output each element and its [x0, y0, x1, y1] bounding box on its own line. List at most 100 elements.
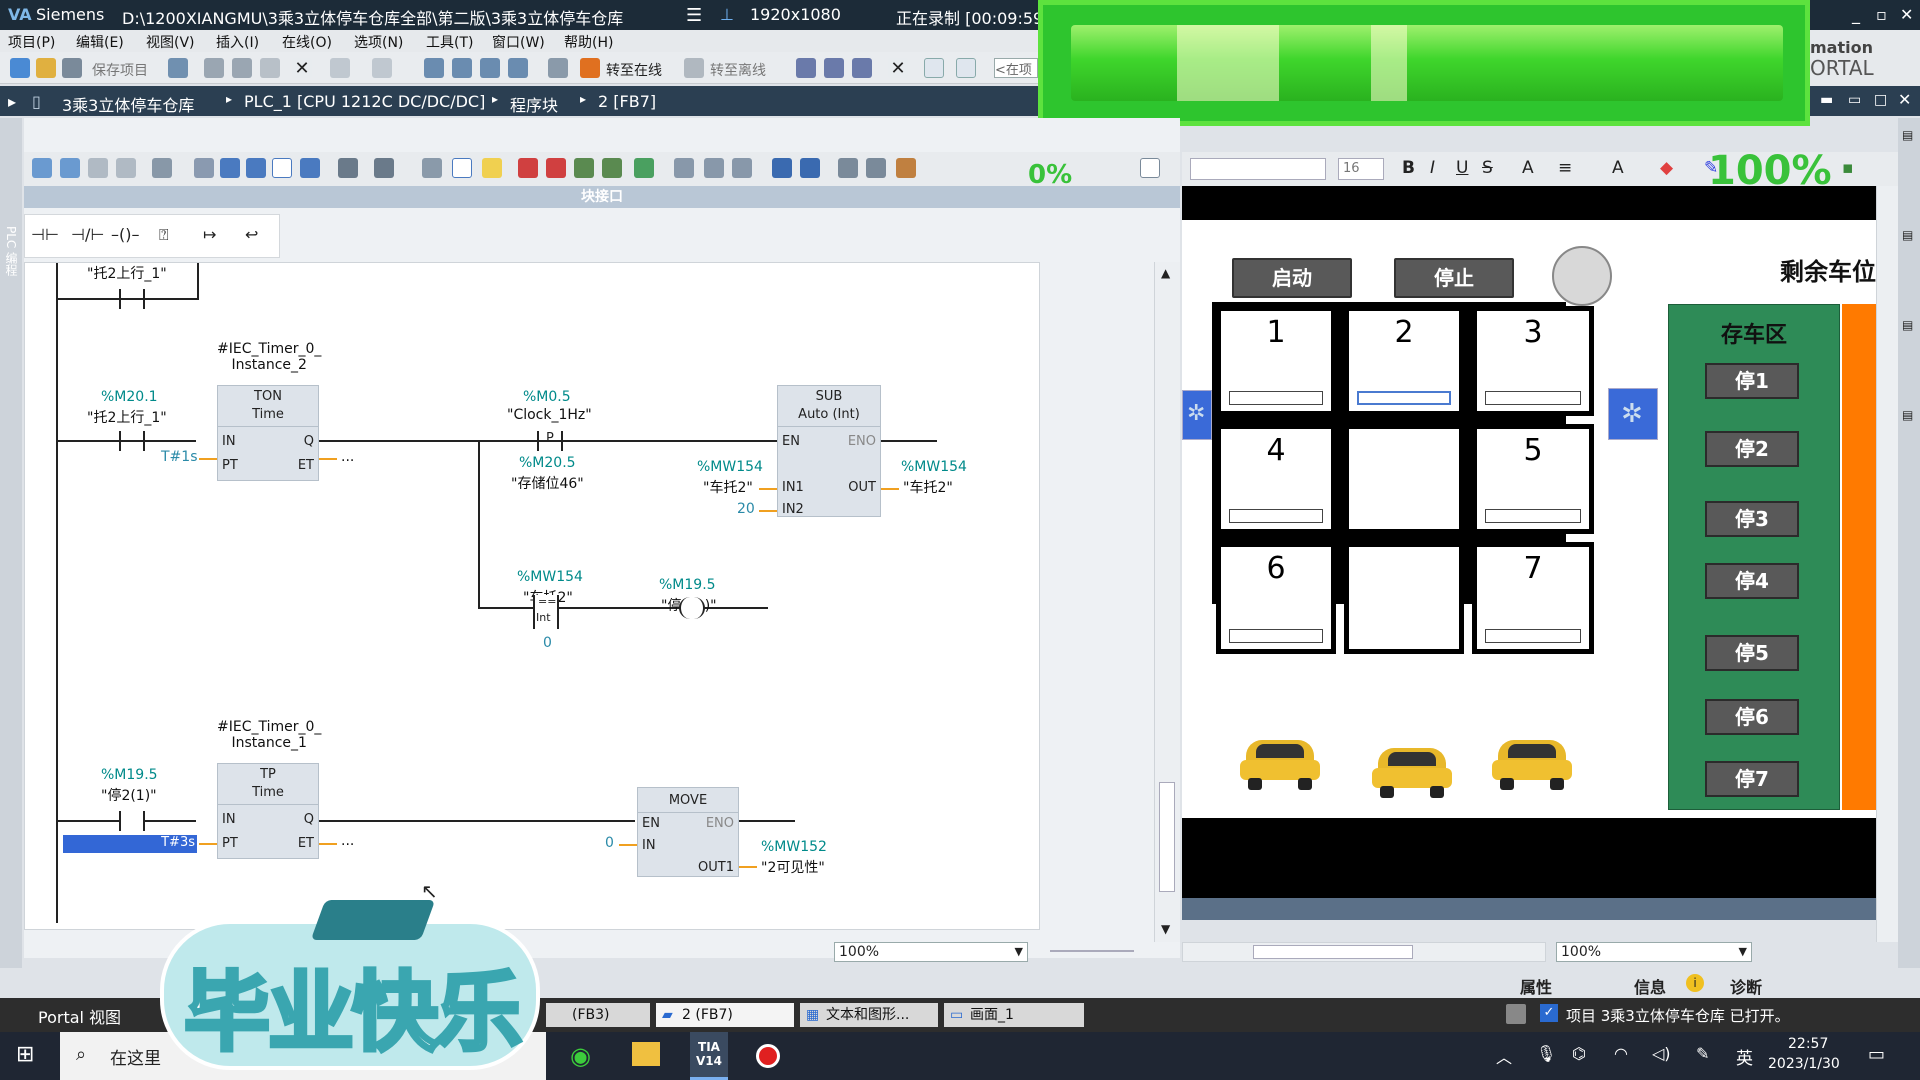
monitoring-icon[interactable] [602, 158, 622, 178]
status-panel-icon[interactable] [1506, 1004, 1526, 1024]
instructions-tab-icon[interactable]: ▤ [1902, 128, 1913, 142]
chevron-down-icon[interactable]: ▼ [1015, 943, 1023, 961]
absolute-operand-icon[interactable] [152, 158, 172, 178]
goto-icon[interactable] [704, 158, 724, 178]
tp-timer-block[interactable]: TP Time IN Q PT ET [217, 763, 319, 859]
delete-network-icon[interactable] [60, 158, 80, 178]
testing-tab-icon[interactable]: ▤ [1902, 228, 1913, 242]
print-icon[interactable] [168, 58, 188, 78]
menu-tools[interactable]: 工具(T) [426, 32, 473, 52]
breadcrumb-block[interactable]: 2 [FB7] [598, 92, 656, 111]
close-icon[interactable]: ✕ [1900, 5, 1913, 24]
restore-icon[interactable]: ▫ [1876, 5, 1887, 24]
font-size-select[interactable]: 16 [1338, 158, 1384, 180]
parking-cell-1[interactable]: 1 [1216, 306, 1336, 416]
download-icon[interactable] [452, 58, 472, 78]
panel-minimize-icon[interactable]: ▬ [1820, 92, 1833, 108]
monitor-icon[interactable] [824, 58, 844, 78]
tasks-tab-icon[interactable]: ▤ [1902, 318, 1913, 332]
contact[interactable] [119, 289, 145, 309]
parking-cell-5[interactable]: 5 [1472, 424, 1594, 534]
scroll-up-icon[interactable]: ▲ [1161, 266, 1170, 280]
insert-row-icon[interactable] [88, 158, 108, 178]
open-branch-icon[interactable]: ↦ [203, 225, 216, 244]
menu-online[interactable]: 在线(O) [282, 32, 332, 52]
scroll-down-icon[interactable]: ▼ [1161, 922, 1170, 936]
microphone-icon[interactable]: 🎙 [1536, 1044, 1556, 1063]
panel-float-icon[interactable]: ▭ [1848, 92, 1861, 108]
breadcrumb-plc[interactable]: PLC_1 [CPU 1212C DC/DC/DC] [244, 92, 485, 111]
bookmark-icon[interactable] [482, 158, 502, 178]
windows-start-icon[interactable]: ⊞ [16, 1042, 34, 1067]
jump-icon[interactable] [674, 158, 694, 178]
move-in-value[interactable]: 0 [605, 835, 614, 851]
update-call-icon[interactable] [574, 158, 594, 178]
coil-icon[interactable]: –()– [111, 225, 139, 244]
text-color-icon[interactable]: A [1612, 158, 1624, 178]
nc-contact-icon[interactable]: ⊣/⊢ [71, 225, 104, 244]
chevron-down-icon[interactable]: ▼ [1739, 943, 1747, 961]
stop-cpu-icon[interactable] [548, 58, 568, 78]
undo-icon[interactable] [330, 58, 350, 78]
favorites-toggle-icon[interactable] [452, 158, 472, 178]
park-button-7[interactable]: 停7 [1705, 761, 1799, 797]
panel-maximize-icon[interactable]: □ [1874, 92, 1887, 108]
compare-value[interactable]: 0 [543, 635, 552, 651]
h-scroll-thumb[interactable] [1253, 945, 1413, 959]
menu-project[interactable]: 项目(P) [8, 32, 55, 52]
go-offline-button[interactable]: 转至离线 [710, 60, 766, 80]
menu-window[interactable]: 窗口(W) [492, 32, 545, 52]
networks-on-icon[interactable] [194, 158, 214, 178]
new-project-icon[interactable] [10, 58, 30, 78]
stop-button[interactable]: 停止 [1394, 258, 1514, 298]
insert-network-icon[interactable] [32, 158, 52, 178]
edge-contact[interactable]: P [537, 431, 563, 451]
portal-view-tab[interactable]: Portal 视图 [38, 1004, 121, 1028]
file-explorer-icon[interactable] [632, 1042, 660, 1066]
link-icon[interactable] [838, 158, 858, 178]
menu-edit[interactable]: 编辑(E) [76, 32, 124, 52]
car-slot-selected[interactable] [1357, 391, 1451, 405]
park-button-1[interactable]: 停1 [1705, 363, 1799, 399]
hmi-horizontal-scrollbar[interactable] [1182, 942, 1546, 962]
align-icon[interactable]: ≡ [1558, 158, 1572, 178]
editor-zoom-select[interactable]: 100% ▼ [834, 942, 1028, 962]
insert-block-icon[interactable] [374, 158, 394, 178]
pin-icon[interactable]: ⊥ [720, 5, 734, 24]
contact[interactable] [119, 431, 145, 451]
accessible-devices-icon[interactable] [796, 58, 816, 78]
tab-screen-1[interactable]: ▭ 画面_1 [944, 1003, 1084, 1027]
fill-color-icon[interactable]: ◆ [1660, 158, 1673, 178]
properties-tab[interactable]: 属性 [1520, 974, 1552, 998]
ton-timer-block[interactable]: TON Time IN Q PT ET [217, 385, 319, 481]
operand-display-icon[interactable] [422, 158, 442, 178]
menu-icon[interactable]: ☰ [686, 5, 702, 26]
delete-icon[interactable]: ✕ [292, 58, 312, 79]
tia-portal-taskbar-button[interactable]: TIA V14 [690, 1032, 728, 1080]
save-project-button[interactable]: 保存项目 [92, 60, 148, 80]
minimize-icon[interactable]: _ [1852, 5, 1860, 24]
cut-icon[interactable] [204, 58, 224, 78]
font-color-icon[interactable]: A [1522, 158, 1534, 178]
prev-error-icon[interactable] [518, 158, 538, 178]
go-online-icon[interactable] [580, 58, 600, 78]
unlink-icon[interactable] [866, 158, 886, 178]
pt-value[interactable]: T#1s [161, 449, 197, 465]
close-view-icon[interactable]: ✕ [888, 58, 908, 79]
monitor-on-icon[interactable] [634, 158, 654, 178]
breadcrumb-project[interactable]: 3乘3立体停车仓库 [62, 92, 194, 116]
breadcrumb-program-blocks[interactable]: 程序块 [510, 92, 558, 116]
call-structure-icon[interactable] [772, 158, 792, 178]
show-hidden-icon[interactable]: ︿ [1496, 1044, 1512, 1068]
collapse-arrow-icon[interactable]: ▸ [8, 92, 16, 111]
tab-fb3[interactable]: (FB3) [546, 1003, 650, 1027]
volume-icon[interactable]: ◁) [1652, 1044, 1671, 1063]
tab-text-graphics[interactable]: ▦ 文本和图形... [800, 1003, 938, 1027]
info-tab[interactable]: 信息 [1634, 974, 1666, 998]
editor-vertical-scrollbar[interactable]: ▲ ▼ [1154, 262, 1180, 942]
menu-options[interactable]: 选项(N) [354, 32, 403, 52]
record-icon[interactable] [756, 1044, 780, 1068]
simulate-icon[interactable] [508, 58, 528, 78]
move-block[interactable]: MOVE EN ENO IN OUT1 [637, 787, 739, 877]
menu-insert[interactable]: 插入(I) [216, 32, 259, 52]
